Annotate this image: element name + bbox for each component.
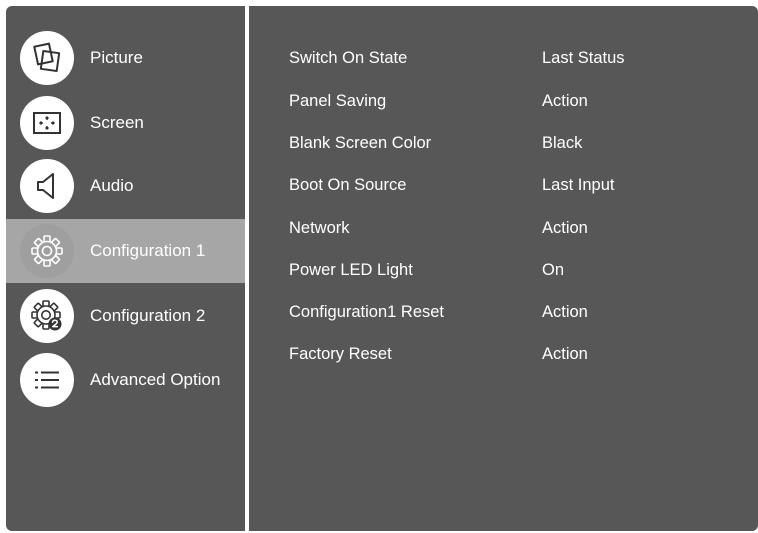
setting-label: Configuration1 Reset xyxy=(289,303,445,321)
sidebar-item-label: Audio xyxy=(90,176,134,195)
setting-row-panel-saving[interactable]: Panel Saving Action xyxy=(249,87,758,117)
osd-menu: Picture Screen Audio Configuration 1 Con… xyxy=(6,6,758,531)
sidebar-item-configuration-1[interactable]: Configuration 1 xyxy=(6,219,245,283)
setting-row-boot-on-source[interactable]: Boot On Source Last Input xyxy=(249,171,758,201)
picture-icon xyxy=(20,31,74,85)
sidebar-item-picture[interactable]: Picture xyxy=(6,26,245,90)
setting-row-blank-screen-color[interactable]: Blank Screen Color Black xyxy=(249,129,758,159)
setting-label: Power LED Light xyxy=(289,261,413,279)
setting-value: Action xyxy=(542,303,588,321)
setting-label: Boot On Source xyxy=(289,176,407,194)
setting-label: Switch On State xyxy=(289,49,408,67)
setting-value: On xyxy=(542,261,565,279)
setting-value: Last Status xyxy=(542,49,625,67)
setting-label: Blank Screen Color xyxy=(289,134,432,152)
speaker-icon xyxy=(20,159,74,213)
setting-row-factory-reset[interactable]: Factory Reset Action xyxy=(249,340,758,370)
list-icon xyxy=(20,353,74,407)
settings-panel: Switch On State Last Status Panel Saving… xyxy=(249,6,758,531)
setting-label: Panel Saving xyxy=(289,92,387,110)
gear-2-icon xyxy=(20,289,74,343)
sidebar-item-screen[interactable]: Screen xyxy=(6,91,245,155)
setting-value: Last Input xyxy=(542,176,615,194)
screen-icon xyxy=(20,96,74,150)
sidebar-item-configuration-2[interactable]: Configuration 2 xyxy=(6,284,245,348)
setting-value: Action xyxy=(542,219,588,237)
sidebar-item-label: Configuration 2 xyxy=(90,306,206,325)
sidebar-item-label: Advanced Option xyxy=(90,370,221,389)
sidebar-item-label: Screen xyxy=(90,113,144,132)
setting-value: Action xyxy=(542,92,588,110)
setting-row-power-led-light[interactable]: Power LED Light On xyxy=(249,256,758,286)
setting-value: Action xyxy=(542,345,588,363)
setting-label: Network xyxy=(289,219,350,237)
sidebar-item-label: Picture xyxy=(90,48,143,67)
setting-row-switch-on-state[interactable]: Switch On State Last Status xyxy=(249,44,758,74)
sidebar-item-advanced-option[interactable]: Advanced Option xyxy=(6,348,245,412)
sidebar: Picture Screen Audio Configuration 1 Con… xyxy=(6,6,245,531)
sidebar-item-label: Configuration 1 xyxy=(90,241,206,260)
setting-row-configuration1-reset[interactable]: Configuration1 Reset Action xyxy=(249,298,758,328)
setting-label: Factory Reset xyxy=(289,345,392,363)
setting-row-network[interactable]: Network Action xyxy=(249,214,758,244)
setting-value: Black xyxy=(542,134,583,152)
sidebar-item-audio[interactable]: Audio xyxy=(6,154,245,218)
gear-icon xyxy=(20,224,74,278)
